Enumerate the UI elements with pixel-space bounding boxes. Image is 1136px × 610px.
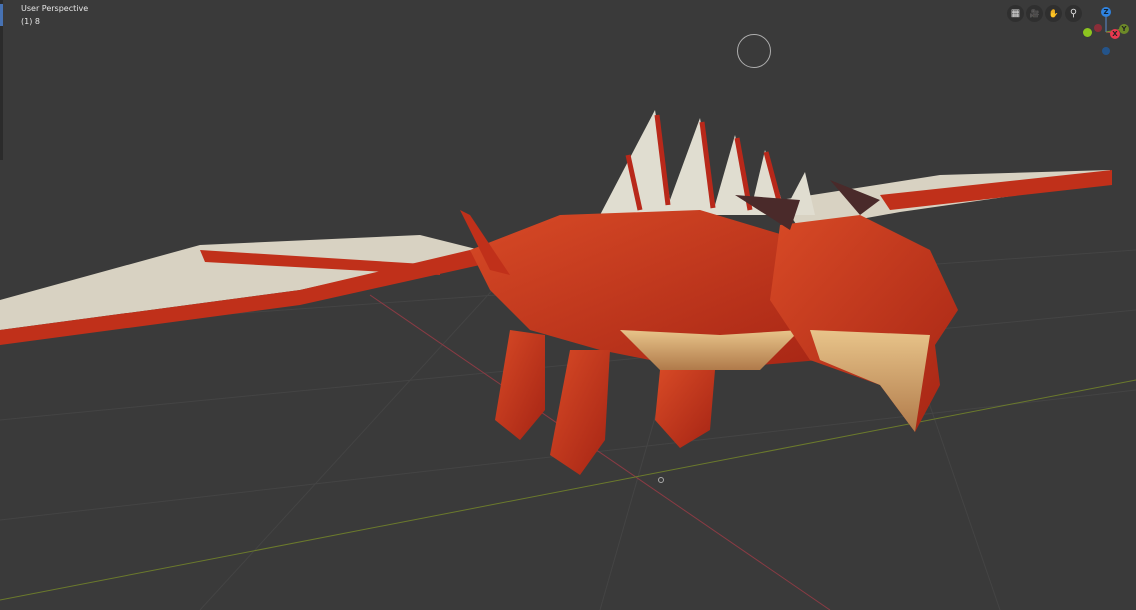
navigation-gizmo[interactable]: Z X Y xyxy=(1080,2,1136,58)
gizmo-neg-z-axis xyxy=(1102,47,1110,55)
belly xyxy=(620,330,800,370)
left-wing-membrane xyxy=(0,235,480,330)
dragon-model xyxy=(0,110,1112,475)
camera-icon: 🎥 xyxy=(1029,9,1040,18)
toolbar-tab[interactable] xyxy=(0,4,3,26)
view-name-label: User Perspective xyxy=(21,4,89,13)
head xyxy=(770,215,958,432)
hand-icon: ✋ xyxy=(1048,9,1059,18)
magnifier-icon: ⚲ xyxy=(1069,8,1078,19)
front-leg-2 xyxy=(550,350,610,475)
gizmo-y-axis: Y xyxy=(1119,24,1129,34)
toggle-grid-button[interactable]: ▦ xyxy=(1007,5,1024,22)
3d-cursor[interactable] xyxy=(737,34,771,68)
gizmo-neg-x-axis xyxy=(1094,24,1102,32)
pan-view-button[interactable]: ✋ xyxy=(1045,5,1062,22)
gizmo-neg-y-axis xyxy=(1083,28,1092,37)
grid-icon: ▦ xyxy=(1010,8,1021,19)
gizmo-z-axis: Z xyxy=(1101,7,1111,17)
front-leg xyxy=(495,330,545,440)
3d-viewport[interactable]: User Perspective (1) 8 ▦ 🎥 ✋ ⚲ Z X Y xyxy=(0,0,1136,610)
collection-info-label: (1) 8 xyxy=(21,17,40,26)
hind-leg xyxy=(655,370,715,448)
camera-view-button[interactable]: 🎥 xyxy=(1026,5,1043,22)
origin-marker xyxy=(658,477,664,483)
scene xyxy=(0,110,1136,610)
